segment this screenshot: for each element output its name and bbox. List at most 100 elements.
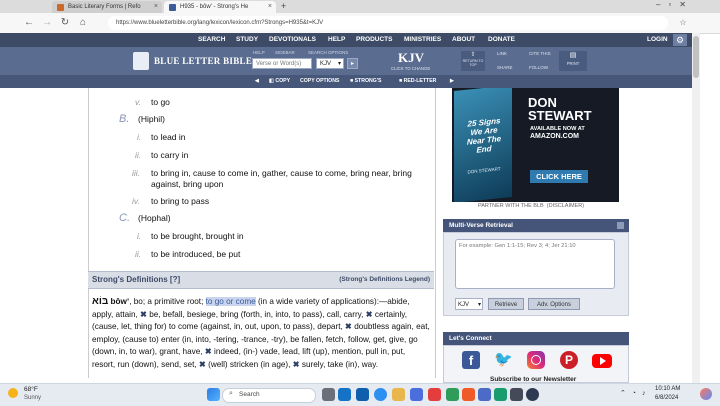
store-icon[interactable] <box>410 388 423 401</box>
chevron-down-icon: ▾ <box>477 302 481 308</box>
strongs-definitions-header: Strong's Definitions [?] (Strong's Defin… <box>88 271 434 289</box>
multiverse-title: Multi-Verse Retrieval <box>449 222 513 229</box>
scrollbar-thumb[interactable] <box>693 36 699 78</box>
weather-temp[interactable]: 68°F <box>24 386 38 393</box>
book-author: DON STEWART <box>467 166 501 175</box>
nav-devotionals[interactable]: DEVOTIONALS <box>269 33 316 47</box>
adv-options-button[interactable]: Adv. Options <box>528 298 580 310</box>
partner-link[interactable]: PARTNER WITH THE BLB (DISCLAIMER) <box>478 203 584 209</box>
nav-help[interactable]: HELP <box>328 33 345 47</box>
app-icon[interactable] <box>494 388 507 401</box>
new-tab-icon[interactable]: + <box>281 1 286 11</box>
close-tab-icon[interactable]: × <box>154 1 158 13</box>
definitions-title[interactable]: Strong's Definitions [?] <box>92 275 180 284</box>
back-icon[interactable]: ← <box>22 16 36 30</box>
weather-desc[interactable]: Sunny <box>24 395 41 401</box>
copy-label: COPY <box>275 78 291 84</box>
browser-tab-1[interactable]: Basic Literary Forms | Refo × <box>52 1 162 13</box>
prev-icon[interactable]: ◀ <box>255 75 259 88</box>
app-icon[interactable] <box>446 388 459 401</box>
click-to-change[interactable]: CLICK TO CHANGE <box>391 66 430 71</box>
browser-tab-2[interactable]: H935 - bôw' - Strong's He × <box>164 1 276 13</box>
page-scrollbar[interactable] <box>692 33 700 383</box>
forward-icon[interactable]: → <box>40 16 54 30</box>
media-player-icon[interactable] <box>526 388 539 401</box>
outline-num: i. <box>137 231 142 241</box>
multiverse-header: Multi-Verse Retrieval <box>443 219 629 232</box>
next-icon[interactable]: ▶ <box>450 75 454 88</box>
pinterest-icon[interactable]: P <box>560 351 578 369</box>
nav-ministries[interactable]: MINISTRIES <box>404 33 441 47</box>
share-button[interactable]: SHARE <box>497 65 513 70</box>
site-logo[interactable]: BLUE LETTER BIBLE <box>154 56 252 66</box>
home-icon[interactable]: ⌂ <box>76 16 90 30</box>
close-tab-icon[interactable]: × <box>268 1 272 13</box>
brave-icon[interactable] <box>462 388 475 401</box>
task-view-icon[interactable] <box>322 388 335 401</box>
verse-toolbar: ◀ ◧ COPY COPY OPTIONS ■ STRONG'S ■ RED-L… <box>0 75 692 88</box>
retrieve-button[interactable]: Retrieve <box>488 298 524 310</box>
favicon-icon <box>57 4 64 11</box>
office-icon[interactable] <box>428 388 441 401</box>
hebrew-word: בּוֹא <box>92 296 109 307</box>
nav-study[interactable]: STUDY <box>236 33 258 47</box>
print-button[interactable]: ▤ PRINT <box>559 51 587 71</box>
facebook-icon[interactable]: f <box>462 351 480 369</box>
window-controls[interactable]: –▫✕ <box>656 0 694 9</box>
cite-button[interactable]: CITE THIS <box>529 51 551 56</box>
copy-options-button[interactable]: COPY OPTIONS <box>300 75 339 88</box>
definitions-legend-link[interactable]: (Strong's Definitions Legend) <box>339 276 430 283</box>
outline-num: v. <box>135 97 141 107</box>
star-icon[interactable]: ☆ <box>676 16 690 30</box>
system-tray-icons[interactable]: ⌃ ◔ ♪ <box>620 389 647 397</box>
clock-time[interactable]: 10:10 AM <box>655 386 680 392</box>
clock-date[interactable]: 6/8/2024 <box>655 395 678 401</box>
collapse-icon[interactable] <box>617 222 624 229</box>
mail-icon[interactable] <box>338 388 351 401</box>
edge-icon[interactable] <box>374 388 387 401</box>
taskbar-search[interactable]: ⌕ Search <box>222 388 316 403</box>
youtube-icon[interactable] <box>592 354 612 368</box>
ad-cta-button[interactable]: CLICK HERE <box>530 170 588 183</box>
multiverse-textarea[interactable]: For example: Gen 1:1-15; Rev 3; 4; Jer 2… <box>455 239 615 289</box>
search-go-icon[interactable]: ▸ <box>347 58 358 69</box>
link-button[interactable]: LINK <box>497 51 507 56</box>
strongs-definition-text: בּוֹא bôwʼ, bo; a primitive root; to go … <box>92 296 430 372</box>
app-icon[interactable] <box>510 388 523 401</box>
sidebar-label[interactable]: SIDEBAR <box>275 50 295 55</box>
search-options-label[interactable]: SEARCH OPTIONS <box>308 50 348 55</box>
search-input[interactable]: Verse or Word(s) <box>252 58 312 69</box>
bible-logo-icon <box>133 52 149 70</box>
strongs-toggle[interactable]: ■ STRONG'S <box>350 75 381 88</box>
transliteration: bôwʼ <box>110 297 130 306</box>
address-bar[interactable]: https://www.blueletterbible.org/lang/lex… <box>108 16 668 30</box>
refresh-icon[interactable]: ↻ <box>58 16 72 30</box>
multiverse-panel: For example: Gen 1:1-15; Rev 3; 4; Jer 2… <box>443 232 629 316</box>
sun-icon[interactable] <box>8 388 18 398</box>
help-label[interactable]: HELP <box>253 50 265 55</box>
instagram-icon[interactable] <box>527 351 545 369</box>
file-explorer-icon[interactable] <box>392 388 405 401</box>
ad-banner[interactable]: 25 Signs We Are Near The End DON STEWART… <box>452 88 619 202</box>
red-letter-toggle[interactable]: ■ RED-LETTER <box>399 75 436 88</box>
copy-button[interactable]: ◧ COPY <box>269 75 290 88</box>
windows-start-icon[interactable] <box>207 388 220 401</box>
nav-about[interactable]: ABOUT <box>452 33 475 47</box>
kjv-version-badge[interactable]: KJV <box>398 50 424 66</box>
photos-icon[interactable] <box>356 388 369 401</box>
return-top-label: RETURN TO TOP <box>462 59 484 67</box>
nav-donate[interactable]: DONATE <box>488 33 515 47</box>
nav-products[interactable]: PRODUCTS <box>356 33 392 47</box>
gear-icon[interactable]: ⚙ <box>673 34 687 46</box>
search-icon: ⌕ <box>229 390 233 397</box>
login-link[interactable]: LOGIN <box>647 33 668 47</box>
multiverse-version-select[interactable]: KJV ▾ <box>455 298 483 310</box>
newsletter-link[interactable]: Subscribe to our Newsletter <box>490 376 576 383</box>
follow-button[interactable]: FOLLOW <box>529 65 548 70</box>
app-icon[interactable] <box>478 388 491 401</box>
twitter-icon[interactable]: 🐦 <box>494 351 513 369</box>
copilot-icon[interactable] <box>700 388 712 400</box>
version-select[interactable]: KJV ▾ <box>316 58 344 69</box>
nav-search[interactable]: SEARCH <box>198 33 225 47</box>
return-top-button[interactable]: ⇧ RETURN TO TOP <box>461 51 485 71</box>
